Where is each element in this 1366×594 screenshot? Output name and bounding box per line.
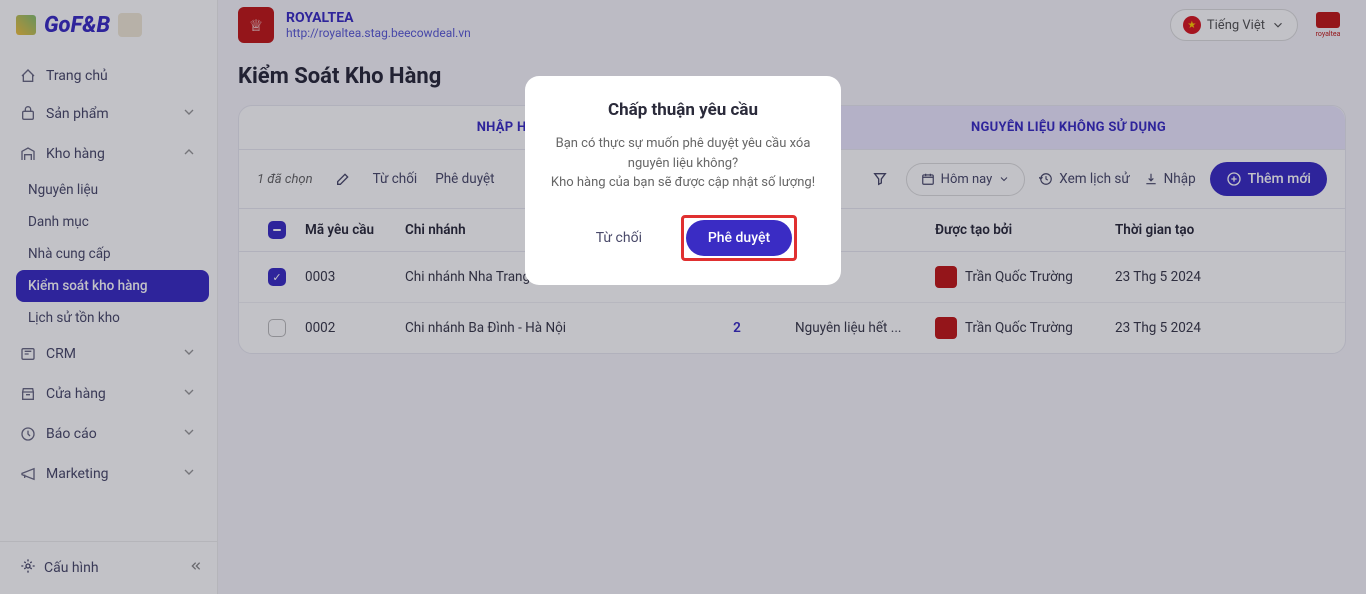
modal-title: Chấp thuận yêu cầu xyxy=(545,100,821,120)
modal-actions: Từ chối Phê duyệt xyxy=(545,215,821,261)
modal-confirm-button[interactable]: Phê duyệt xyxy=(686,220,792,256)
highlight-annotation: Phê duyệt xyxy=(681,215,797,261)
modal-text: Bạn có thực sự muốn phê duyệt yêu cầu xó… xyxy=(545,134,821,193)
modal-cancel-button[interactable]: Từ chối xyxy=(569,215,669,261)
confirm-modal: Chấp thuận yêu cầu Bạn có thực sự muốn p… xyxy=(525,76,841,285)
modal-overlay[interactable]: Chấp thuận yêu cầu Bạn có thực sự muốn p… xyxy=(0,0,1366,594)
